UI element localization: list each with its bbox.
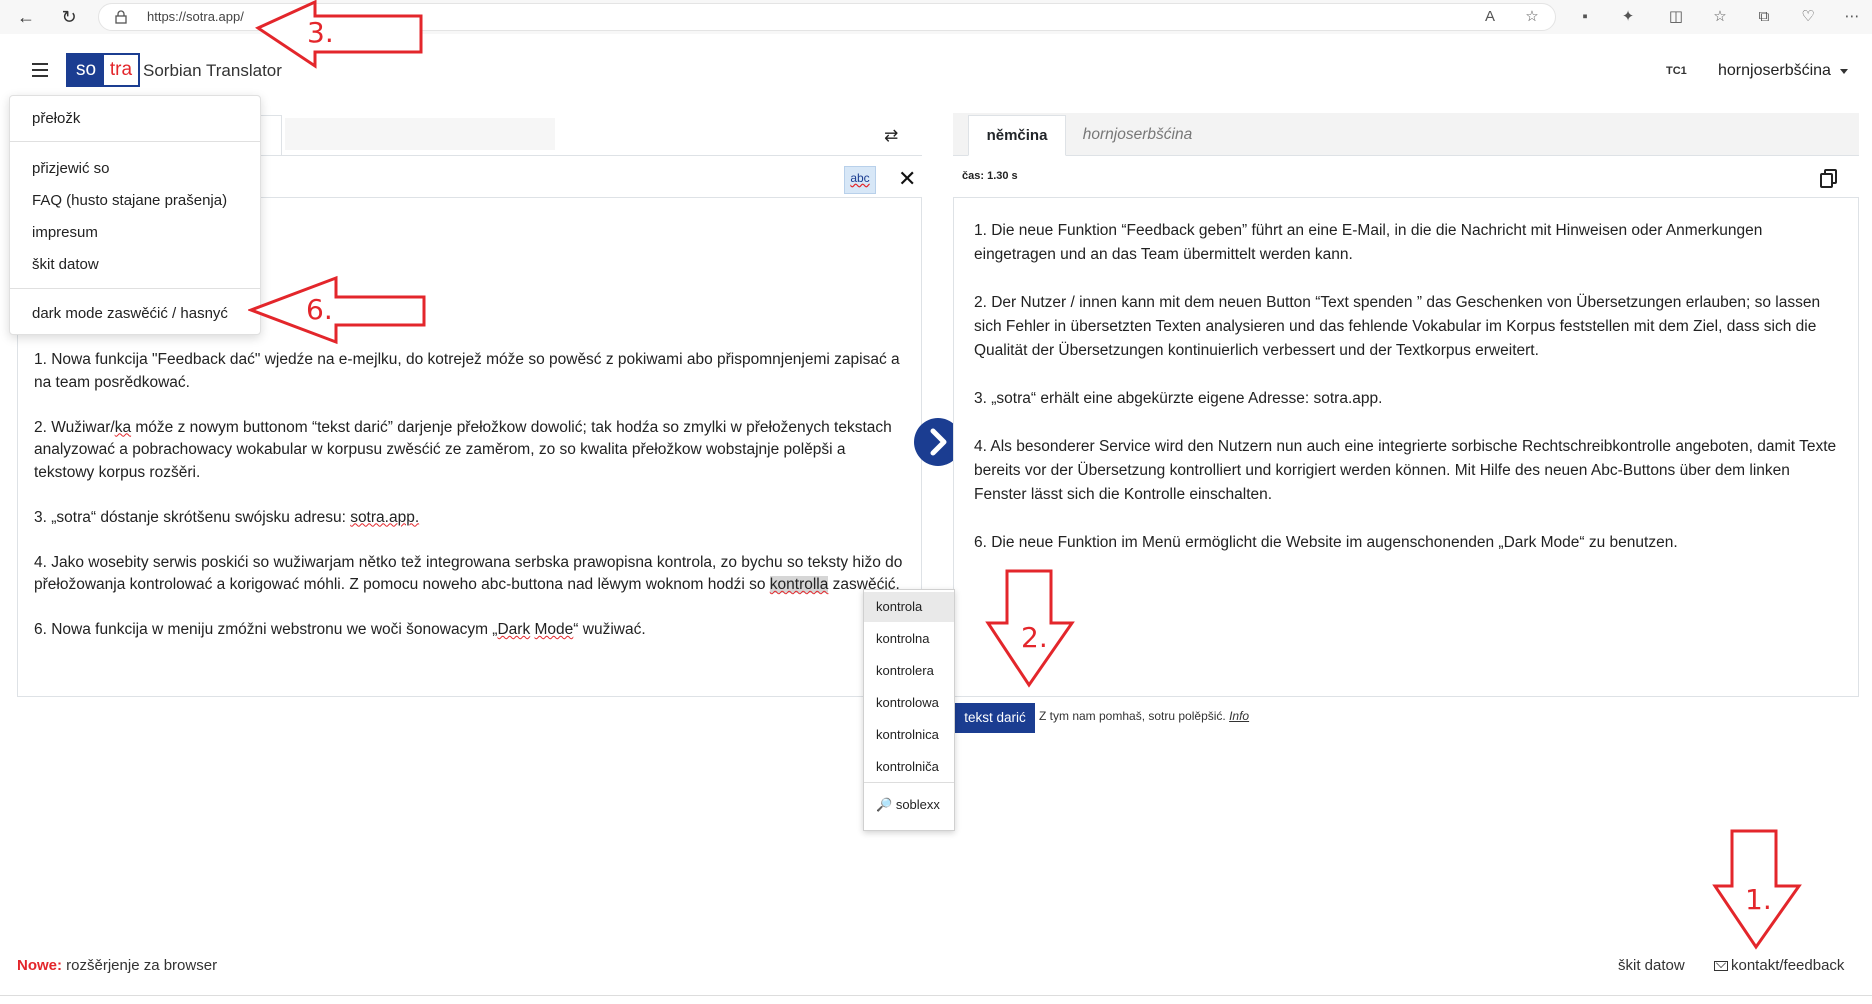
misspelled-word[interactable]: Mode (535, 621, 574, 638)
footer-news-label: Nowe: (17, 957, 62, 974)
source-language-tab[interactable] (260, 115, 282, 156)
footer-privacy-link[interactable]: škit datow (1618, 957, 1685, 974)
favorite-star-icon[interactable]: ☆ (1522, 7, 1542, 27)
footer-news: Nowe: rozšěrjenje za browser (17, 957, 217, 974)
source-paragraph-6: 6. Nowa funkcija w meniju zmóžni webstro… (34, 621, 646, 638)
suggestion-item[interactable]: kontrola (864, 592, 954, 622)
info-link[interactable]: Info (1229, 709, 1249, 723)
annotation-label: 2. (1021, 621, 1048, 654)
logo-so: so (68, 55, 104, 85)
tc1-badge[interactable]: TC1 (1666, 65, 1687, 77)
swap-languages-icon[interactable]: ⇄ (884, 126, 898, 146)
annotation-label: 6. (306, 293, 333, 326)
source-paragraph-1: 1. Nowa funkcija "Feedback dać" wjedźe n… (34, 351, 900, 391)
footer-contact-link[interactable]: kontakt/feedback (1714, 957, 1844, 974)
source-text-content[interactable]: 1. Nowa funkcija "Feedback dać" wjedźe n… (34, 349, 909, 664)
misspelled-word[interactable]: sotra.app. (350, 509, 419, 526)
suggestion-divider (864, 782, 954, 783)
menu-item-privacy[interactable]: škit datow (32, 256, 99, 273)
favorites-list-icon[interactable]: ☆ (1710, 7, 1730, 27)
contact-label: kontakt/feedback (1731, 957, 1845, 974)
browser-extension-link[interactable]: rozšěrjenje za browser (66, 957, 217, 974)
menu-item-dark-mode[interactable]: dark mode zaswěćić / hasnyć (32, 305, 228, 322)
right-tabs-divider (953, 155, 1859, 156)
tab-german[interactable]: němčina (968, 115, 1066, 156)
split-screen-icon[interactable]: ◫ (1666, 7, 1686, 27)
search-key-icon: 🔎 (876, 797, 893, 812)
menu-item-imprint[interactable]: impresum (32, 224, 98, 241)
suggestion-item[interactable]: kontrolnica (864, 720, 954, 750)
menu-item-login[interactable]: přizjewić so (32, 160, 110, 177)
collections-icon[interactable]: ⧉ (1754, 7, 1774, 27)
caret-down-icon (1840, 69, 1848, 74)
suggestion-item[interactable]: kontrolowa (864, 688, 954, 718)
tab-upper-sorbian[interactable]: hornjoserbšćina (1070, 115, 1205, 155)
reload-icon[interactable]: ↻ (57, 5, 81, 29)
source-paragraph-2: 2. Wužiwar/ka móže z nowym buttonom “tek… (34, 418, 892, 481)
sotra-logo[interactable]: so tra (66, 53, 140, 87)
main-menu: přełožk přizjewić so FAQ (husto stajane … (9, 95, 261, 335)
annotation-arrow-left (255, 0, 423, 69)
copy-icon[interactable] (1820, 169, 1838, 189)
read-aloud-icon[interactable]: A (1480, 7, 1500, 27)
puzzle-icon[interactable]: ✦ (1618, 7, 1638, 27)
suggestion-item[interactable]: kontrolera (864, 656, 954, 686)
logo-tra: tra (104, 55, 138, 85)
mail-icon (1714, 961, 1728, 972)
target-paragraph-2: 2. Der Nutzer / innen kann mit dem neuen… (974, 294, 1821, 359)
target-text-content: 1. Die neue Funktion “Feedback geben” fü… (974, 219, 1844, 579)
more-menu-icon[interactable]: ⋯ (1842, 7, 1862, 27)
url-text: https://sotra.app/ (147, 9, 244, 24)
donate-note: Z tym nam pomhaš, sotru polěpšić. Info (1039, 709, 1249, 723)
menu-divider (10, 141, 260, 142)
target-paragraph-6: 6. Die neue Funktion im Menü ermöglicht … (974, 534, 1678, 551)
suggestion-item[interactable]: kontrolniča (864, 752, 954, 782)
donate-note-text: Z tym nam pomhaš, sotru polěpšić. (1039, 709, 1226, 723)
extension-icon[interactable]: ▪ (1575, 7, 1595, 27)
menu-divider (10, 288, 260, 289)
hamburger-menu-icon[interactable] (32, 63, 48, 77)
browser-essentials-icon[interactable]: ♡ (1798, 7, 1818, 27)
target-paragraph-1: 1. Die neue Funktion “Feedback geben” fü… (974, 222, 1763, 263)
misspelled-word[interactable]: ka (115, 419, 131, 436)
misspelled-word[interactable]: Dark (497, 621, 530, 638)
spelling-suggestions: kontrola kontrolna kontrolera kontrolowa… (863, 589, 955, 831)
selected-misspelled-word[interactable]: kontrolla (769, 576, 829, 593)
annotation-label: 3. (307, 16, 334, 49)
ui-language-value: hornjoserbšćina (1718, 62, 1831, 79)
annotation-arrow-left (248, 275, 426, 345)
footer-divider (0, 995, 1872, 996)
suggestion-item[interactable]: kontrolna (864, 624, 954, 654)
dictionary-label: soblexx (895, 797, 940, 812)
back-icon[interactable]: ← (14, 5, 38, 29)
spellcheck-button[interactable]: abc (844, 166, 876, 194)
annotation-label: 1. (1745, 883, 1772, 916)
ui-language-select[interactable]: hornjoserbšćina (1704, 56, 1860, 86)
lock-icon (115, 10, 127, 24)
target-paragraph-4: 4. Als besonderer Service wird den Nutze… (974, 438, 1837, 503)
source-paragraph-4: 4. Jako wosebity serwis poskići so wužiw… (34, 553, 903, 593)
menu-item-translation[interactable]: přełožk (32, 110, 80, 127)
dictionary-lookup[interactable]: 🔎 soblexx (864, 790, 954, 820)
source-language-tab-area[interactable] (285, 118, 555, 150)
menu-item-faq[interactable]: FAQ (husto stajane prašenja) (32, 192, 227, 209)
clear-text-icon[interactable]: ✕ (898, 166, 916, 192)
donate-text-button[interactable]: tekst darić (955, 703, 1035, 733)
target-paragraph-3: 3. „sotra“ erhält eine abgekürzte eigene… (974, 390, 1383, 407)
source-paragraph-3: 3. „sotra“ dóstanje skrótšenu swójsku ad… (34, 508, 420, 526)
translation-time: čas: 1.30 s (962, 170, 1018, 182)
